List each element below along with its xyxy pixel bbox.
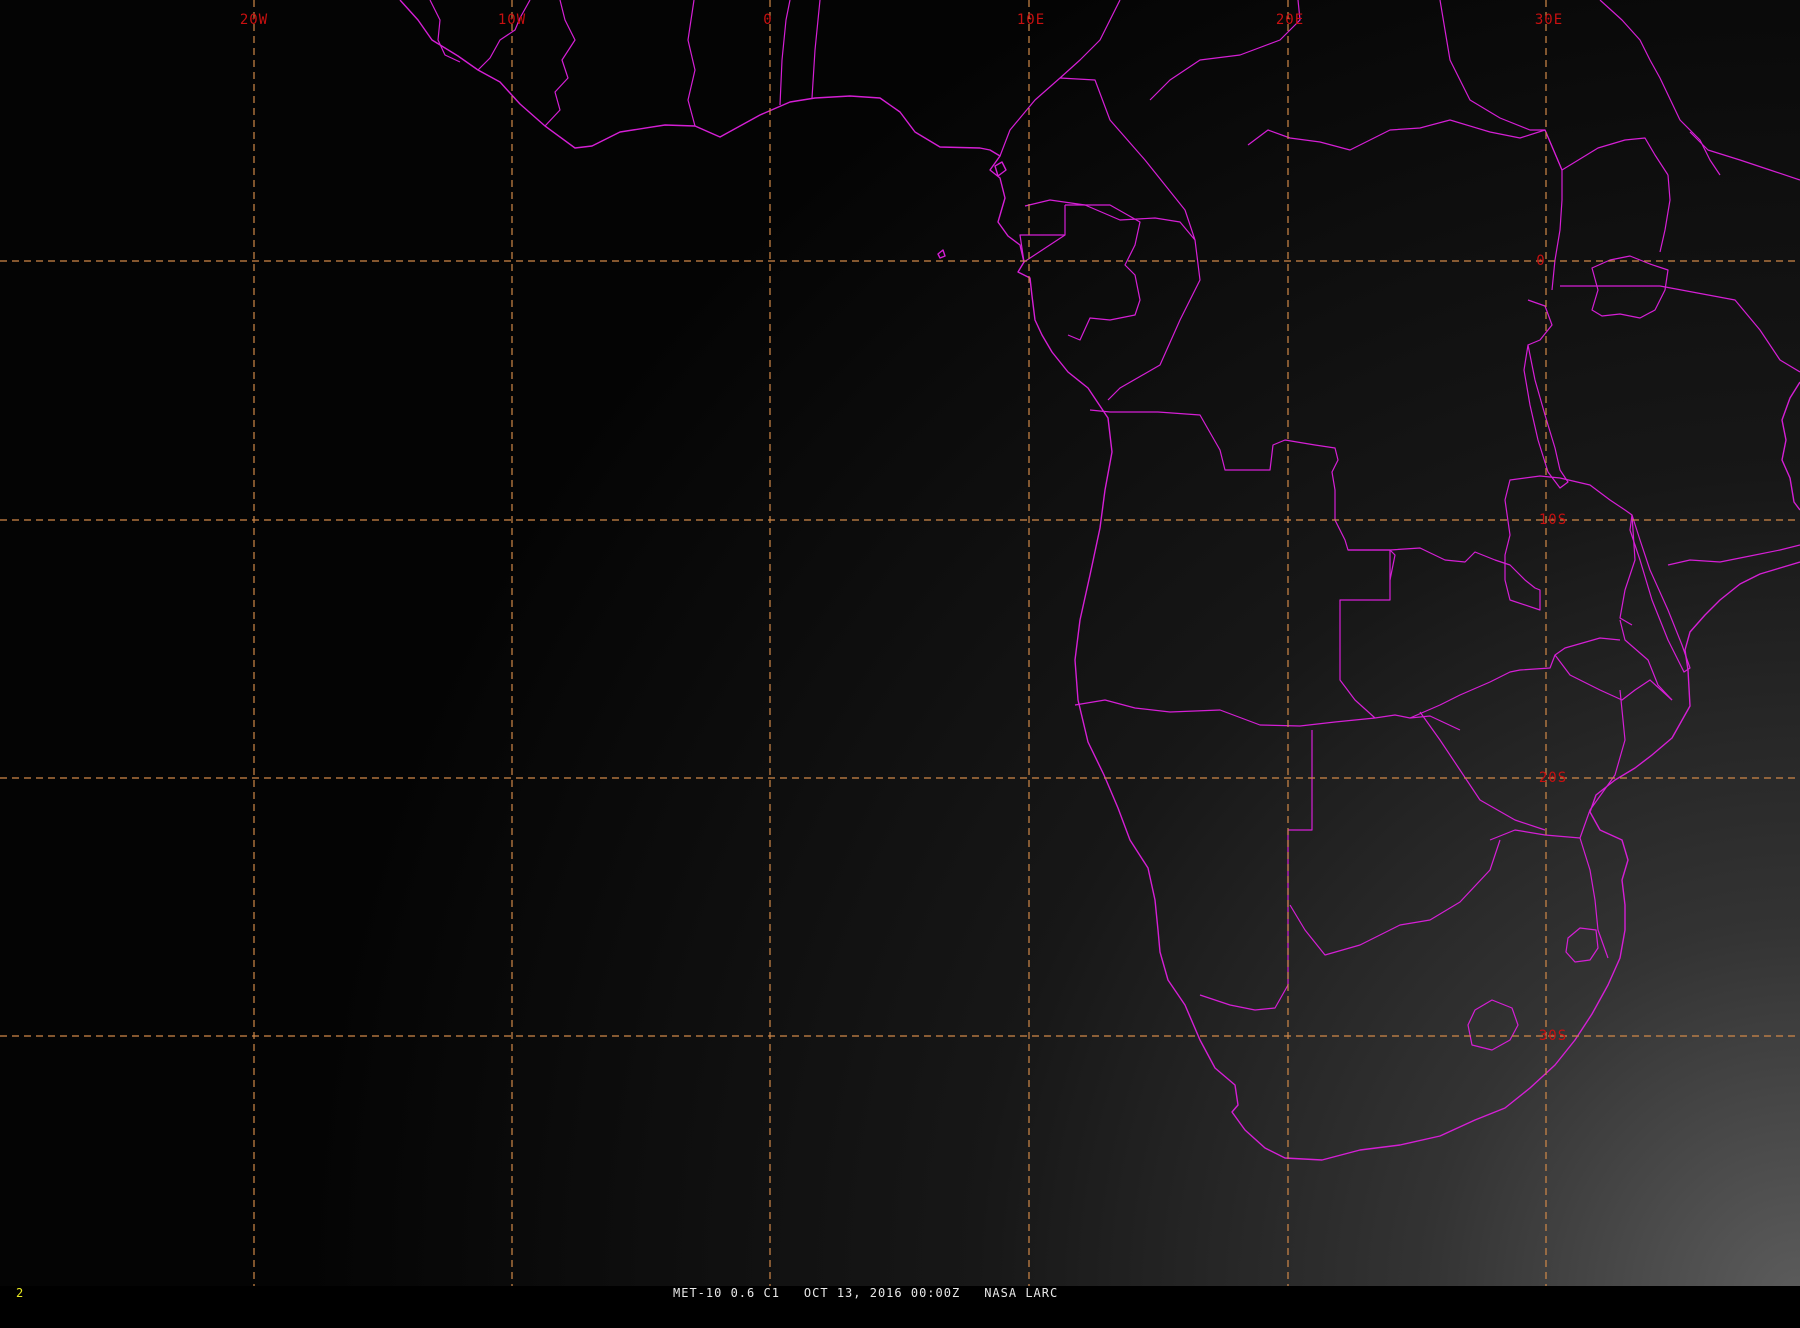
frame-number: 2 <box>16 1286 24 1300</box>
longitude-label: 10W <box>498 12 526 28</box>
satellite-background <box>0 0 1800 1300</box>
datetime-label: OCT 13, 2016 00:00Z <box>803 1286 961 1300</box>
satellite-map[interactable]: 20W 10W 0 10E 20E 30E 0 10S 20S 30S <box>0 0 1800 1300</box>
longitude-label: 10E <box>1017 12 1045 28</box>
image-caption: MET-10 0.6 C1 OCT 13, 2016 00:00Z NASA LAR… <box>673 1286 1082 1300</box>
latitude-label: 10S <box>1539 512 1567 528</box>
status-bar: 2 MET-10 0.6 C1 OCT 13, 2016 00:00Z NASA L… <box>0 1286 1800 1300</box>
longitude-label: 20W <box>240 12 268 28</box>
longitude-label: 20E <box>1276 12 1304 28</box>
longitude-label: 30E <box>1535 12 1563 28</box>
latitude-label: 20S <box>1539 770 1567 786</box>
latitude-label: 30S <box>1539 1028 1567 1044</box>
source-label: NASA LARC <box>984 1286 1059 1300</box>
satellite-image-svg: 20W 10W 0 10E 20E 30E 0 10S 20S 30S <box>0 0 1800 1300</box>
satellite-band-label: MET-10 0.6 C1 <box>673 1286 780 1300</box>
latitude-label: 0 <box>1536 253 1545 269</box>
longitude-label: 0 <box>763 12 772 28</box>
